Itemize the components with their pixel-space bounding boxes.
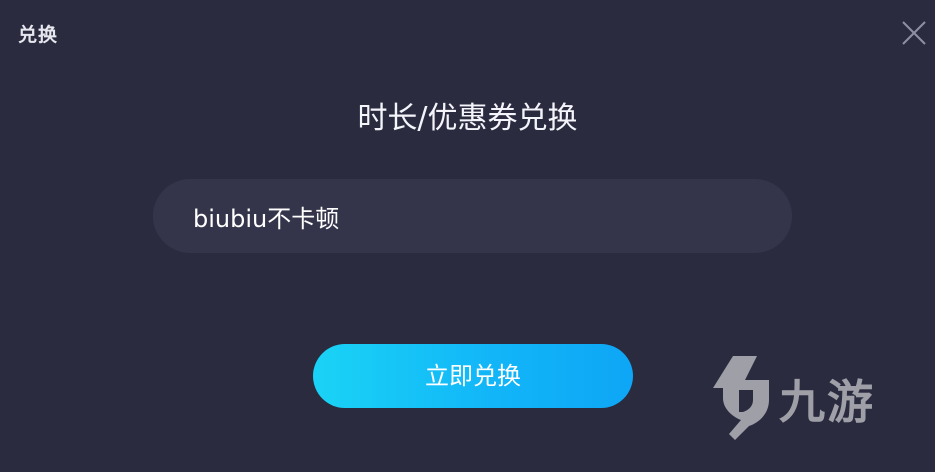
window-title: 兑换	[18, 24, 59, 46]
redeem-now-button[interactable]: 立即兑换	[313, 344, 633, 408]
nine-game-logo-icon	[713, 356, 769, 440]
watermark: 九游	[705, 350, 905, 445]
close-icon	[902, 21, 926, 45]
watermark-text: 九游	[779, 375, 875, 429]
dialog-heading: 时长/优惠券兑换	[357, 101, 578, 136]
redeem-dialog: 兑换 时长/优惠券兑换 立即兑换 九游	[0, 0, 935, 472]
redeem-code-input[interactable]	[153, 179, 792, 253]
close-button[interactable]	[898, 17, 930, 49]
